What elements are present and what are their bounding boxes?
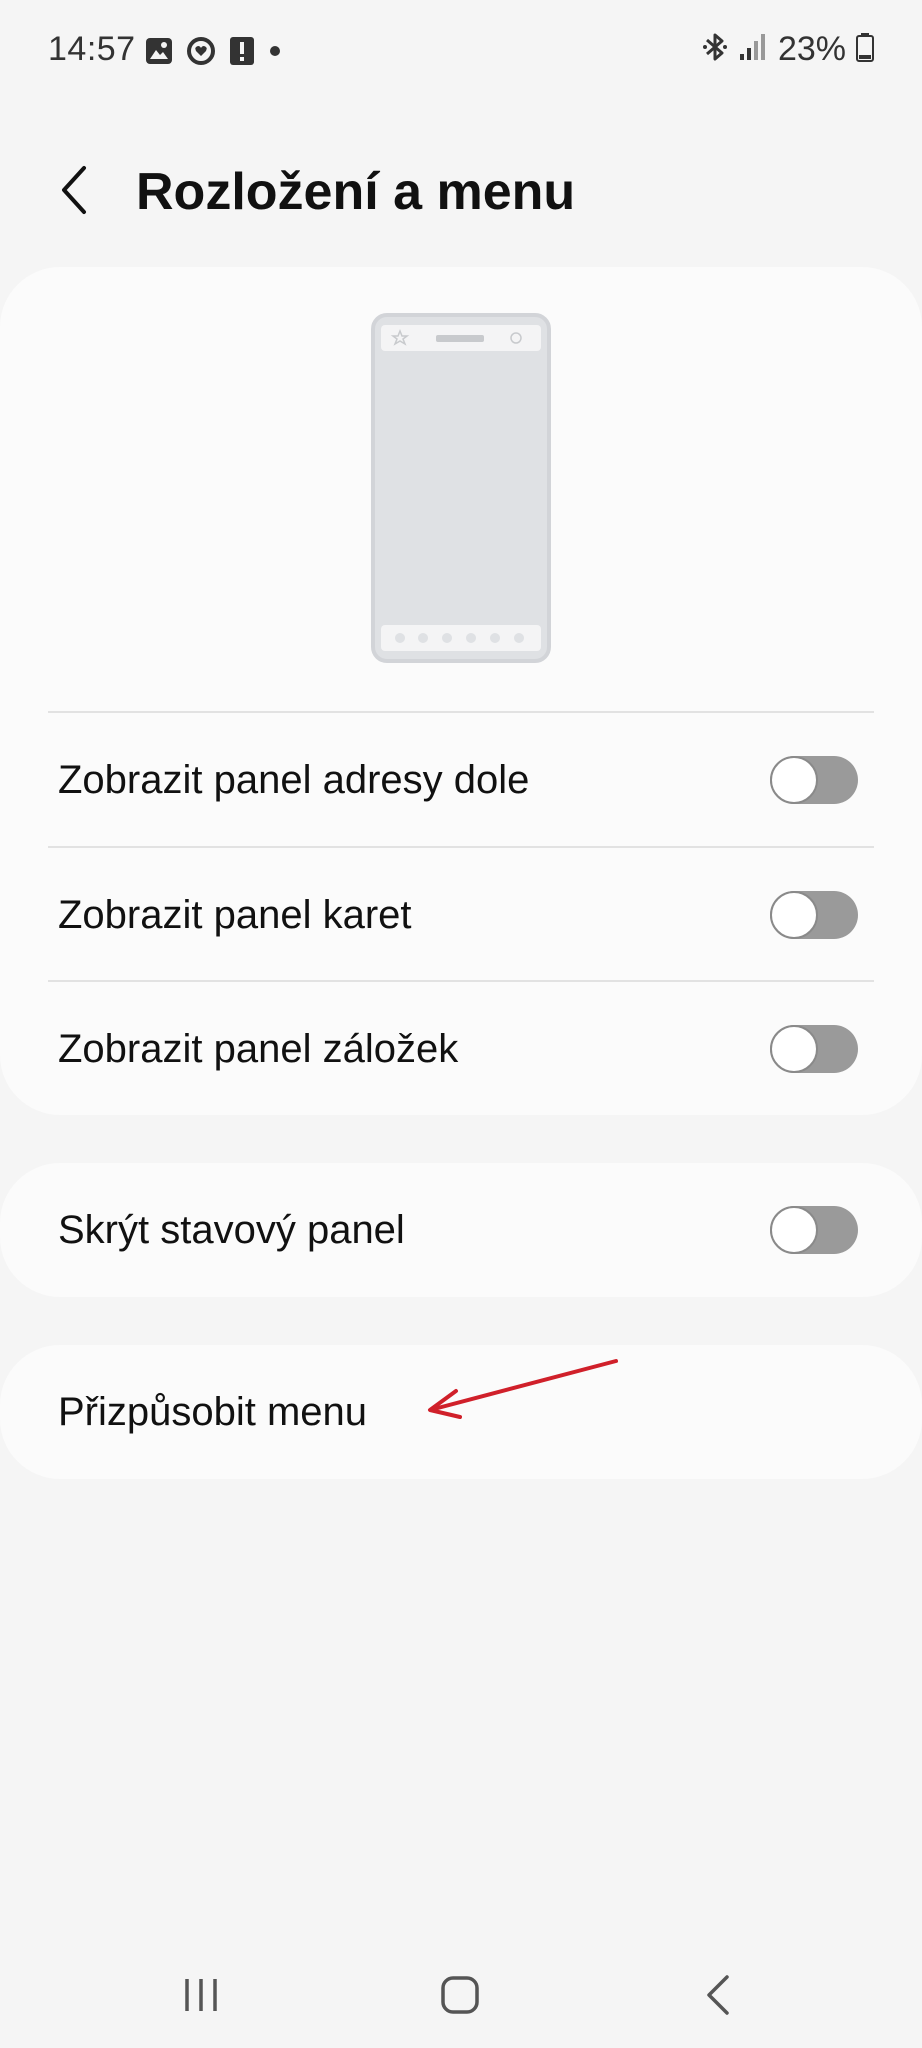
toggle-knob [770,1025,818,1073]
alert-icon [229,36,255,71]
back-icon [707,1975,729,2015]
option-bookmarks-bar[interactable]: Zobrazit panel záložek [0,982,922,1116]
phone-preview-icon [371,313,551,668]
battery-icon [856,32,874,67]
home-icon [441,1976,479,2014]
option-label: Zobrazit panel karet [58,893,412,937]
toggle-knob [770,891,818,939]
address-bar-bottom-toggle[interactable] [770,756,858,804]
system-icons: 23% [702,30,874,69]
option-label: Zobrazit panel adresy dole [58,758,530,802]
option-label: Zobrazit panel záložek [58,1027,459,1071]
status-bar-card: Skrýt stavový panel [0,1163,922,1297]
status-time: 14:57 [48,30,136,68]
bookmarks-bar-toggle[interactable] [770,1025,858,1073]
health-icon [186,36,216,71]
gallery-icon [145,37,173,70]
option-label: Skrýt stavový panel [58,1208,405,1252]
battery-percent: 23% [777,30,846,68]
app-bar: Rozložení a menu [0,140,922,244]
customize-menu-label: Přizpůsobit menu [58,1390,368,1434]
notification-icons [145,36,282,71]
back-button[interactable] [44,160,104,220]
annotation-arrow-icon [420,1345,620,1430]
option-tab-bar[interactable]: Zobrazit panel karet [0,848,922,982]
status-bar: 14:57 23% [0,0,922,104]
recent-apps-icon [185,1979,217,2011]
navigation-bar [0,1940,922,2048]
toggle-knob [770,756,818,804]
home-button[interactable] [420,1970,500,2020]
signal-icon [738,32,768,67]
option-hide-status-bar[interactable]: Skrýt stavový panel [0,1163,922,1297]
layout-settings-card: Zobrazit panel adresy dole Zobrazit pane… [0,267,922,1115]
nav-back-button[interactable] [678,1970,758,2020]
dot-icon [268,44,282,63]
bluetooth-icon [702,30,728,69]
page-title: Rozložení a menu [136,163,576,221]
tab-bar-toggle[interactable] [770,891,858,939]
option-address-bar-bottom[interactable]: Zobrazit panel adresy dole [0,713,922,847]
hide-status-bar-toggle[interactable] [770,1206,858,1254]
recent-apps-button[interactable] [161,1970,241,2020]
back-arrow-icon [62,166,86,214]
toggle-knob [770,1206,818,1254]
